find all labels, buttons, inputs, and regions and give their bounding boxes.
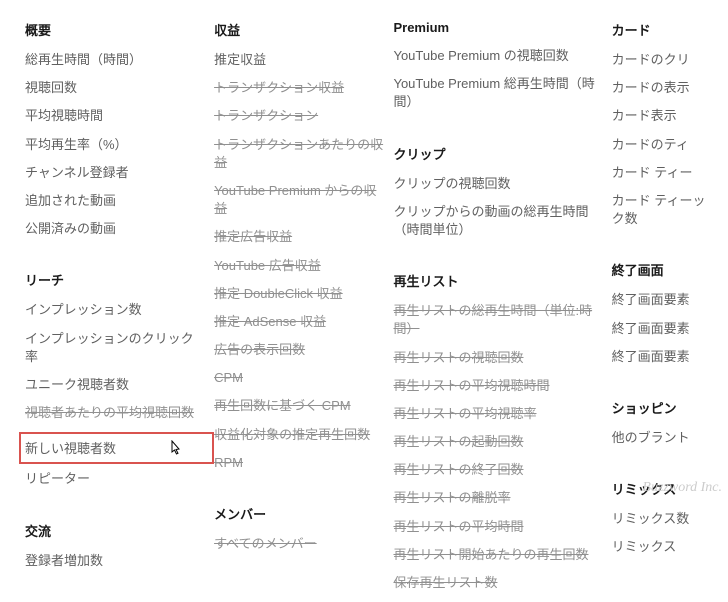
metric-item[interactable]: 再生リストの終了回数 [393, 461, 611, 479]
metric-item[interactable]: トランザクションあたりの収益 [214, 136, 393, 172]
metric-item[interactable]: チャンネル登録者 [25, 164, 214, 182]
metric-item[interactable]: カードのクリ [612, 51, 728, 69]
metric-item[interactable]: 追加された動画 [25, 192, 214, 210]
metric-item[interactable]: YouTube Premium からの収益 [214, 182, 393, 218]
metric-item[interactable]: 視聴回数 [25, 79, 214, 97]
metric-item[interactable]: 推定 AdSense 収益 [214, 313, 393, 331]
metric-item[interactable]: 視聴者あたりの平均視聴回数 [25, 404, 214, 422]
column-overview: 概要 総再生時間（時間） 視聴回数 平均視聴時間 平均再生率（%） チャンネル登… [25, 20, 214, 602]
watermark: Buzzword Inc. [642, 480, 722, 496]
section-header-shopping: ショッピン [612, 398, 728, 417]
metric-item[interactable]: 再生リスト開始あたりの再生回数 [393, 546, 611, 564]
metric-item[interactable]: クリップの視聴回数 [393, 175, 611, 193]
metric-item[interactable]: 総再生時間（時間） [25, 51, 214, 69]
metric-item[interactable]: 登録者増加数 [25, 552, 214, 570]
highlighted-metric: 新しい視聴者数 [19, 432, 214, 464]
metric-item[interactable]: 推定広告収益 [214, 228, 393, 246]
metric-item[interactable]: カード表示 [612, 107, 728, 125]
column-revenue: 収益 推定収益 トランザクション収益 トランザクション トランザクションあたりの… [214, 20, 393, 602]
metric-item[interactable]: 再生リストの平均視聴率 [393, 405, 611, 423]
metric-item-new-viewers[interactable]: 新しい視聴者数 [25, 440, 212, 458]
metric-item[interactable]: 公開済みの動画 [25, 220, 214, 238]
metric-item[interactable]: 再生リストの視聴回数 [393, 349, 611, 367]
metric-item[interactable]: カードの表示 [612, 79, 728, 97]
metric-item[interactable]: トランザクション [214, 107, 393, 125]
metric-item[interactable]: 再生リストの総再生時間（単位:時間） [393, 302, 611, 338]
metric-item[interactable]: すべてのメンバー [214, 535, 393, 553]
column-premium: Premium YouTube Premium の視聴回数 YouTube Pr… [393, 20, 611, 602]
metric-item[interactable]: ユニーク視聴者数 [25, 376, 214, 394]
metric-item[interactable]: 収益化対象の推定再生回数 [214, 426, 393, 444]
metric-item[interactable]: RPM [214, 454, 393, 472]
section-header-playlists: 再生リスト [393, 271, 611, 290]
metric-item[interactable]: 終了画面要素 [612, 320, 728, 338]
metric-item[interactable]: リピーター [25, 470, 214, 488]
metric-item[interactable]: 広告の表示回数 [214, 341, 393, 359]
metric-item[interactable]: 平均再生率（%） [25, 136, 214, 154]
metric-item[interactable]: カード ティーック数 [612, 192, 728, 228]
metric-item[interactable]: 他のブラント [612, 429, 728, 447]
metric-item[interactable]: インプレッション数 [25, 301, 214, 319]
metric-item[interactable]: クリップからの動画の総再生時間（時間単位） [393, 203, 611, 239]
metric-item[interactable]: CPM [214, 369, 393, 387]
metric-item[interactable]: 再生リストの起動回数 [393, 433, 611, 451]
section-header-endscreen: 終了画面 [612, 260, 728, 279]
section-header-engagement: 交流 [25, 521, 214, 540]
section-header-reach: リーチ [25, 270, 214, 289]
metric-item[interactable]: リミックス [612, 538, 728, 556]
metric-item[interactable]: 推定 DoubleClick 収益 [214, 285, 393, 303]
metric-item[interactable]: 再生リストの離脱率 [393, 489, 611, 507]
metric-item[interactable]: YouTube 広告収益 [214, 257, 393, 275]
metric-item[interactable]: YouTube Premium 総再生時間（時間） [393, 75, 611, 111]
section-header-cards: カード [612, 20, 728, 39]
metric-item[interactable]: リミックス数 [612, 510, 728, 528]
metric-item[interactable]: 終了画面要素 [612, 348, 728, 366]
metric-item[interactable]: カードのティ [612, 136, 728, 154]
metric-item[interactable]: 再生リストの平均時間 [393, 518, 611, 536]
metric-item[interactable]: 平均視聴時間 [25, 107, 214, 125]
metric-item[interactable]: 再生回数に基づく CPM [214, 397, 393, 415]
metric-item[interactable]: インプレッションのクリック率 [25, 330, 214, 366]
metric-item[interactable]: 推定収益 [214, 51, 393, 69]
metric-item[interactable]: カード ティー [612, 164, 728, 182]
section-header-members: メンバー [214, 504, 393, 523]
section-header-clips: クリップ [393, 144, 611, 163]
metric-item[interactable]: 再生リストの平均視聴時間 [393, 377, 611, 395]
section-header-premium: Premium [393, 20, 611, 35]
metric-item[interactable]: 終了画面要素 [612, 291, 728, 309]
metric-item[interactable]: YouTube Premium の視聴回数 [393, 47, 611, 65]
section-header-revenue: 収益 [214, 20, 393, 39]
metric-item[interactable]: トランザクション収益 [214, 79, 393, 97]
column-cards: カード カードのクリ カードの表示 カード表示 カードのティ カード ティー カ… [612, 20, 728, 602]
metric-item[interactable]: 保存再生リスト数 [393, 574, 611, 592]
section-header-overview: 概要 [25, 20, 214, 39]
